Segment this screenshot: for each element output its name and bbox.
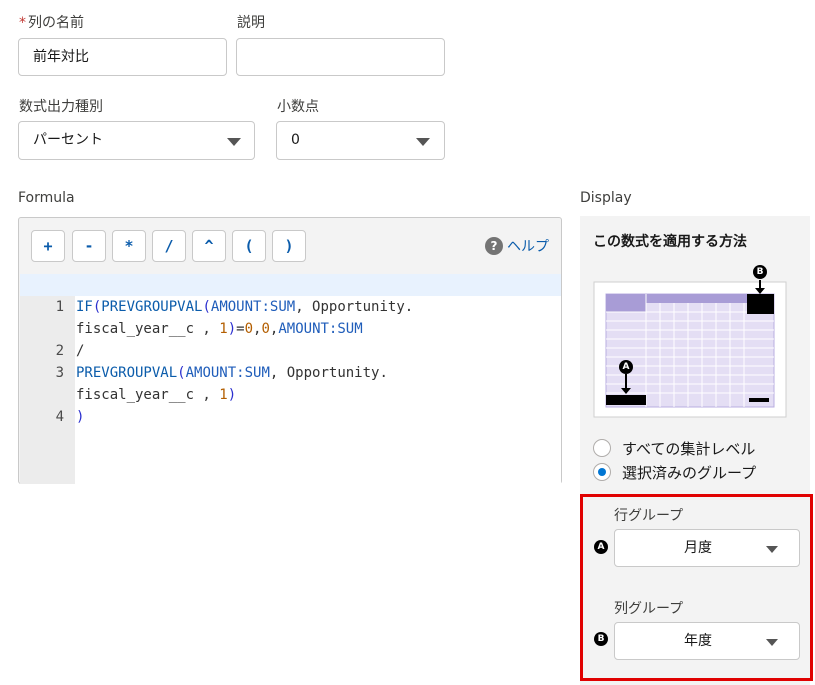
display-label: Display — [580, 190, 632, 206]
col-group-select[interactable]: 年度 — [614, 622, 800, 660]
display-heading: この数式を適用する方法 — [593, 234, 747, 250]
output-type-select[interactable]: パーセント — [18, 121, 255, 160]
description-label: 説明 — [237, 15, 265, 31]
chevron-down-icon — [416, 138, 430, 146]
description-input[interactable] — [236, 38, 445, 76]
operator-multiply-button[interactable]: * — [112, 230, 146, 262]
radio-button — [593, 463, 611, 481]
badge-a-icon: A — [594, 540, 608, 554]
help-icon: ? — [485, 237, 503, 255]
output-type-label: 数式出力種別 — [19, 99, 103, 115]
operator-open-paren-button[interactable]: ( — [232, 230, 266, 262]
code-line: fiscal_year__c , 1) — [76, 387, 237, 403]
required-mark: * — [19, 15, 26, 31]
operator-close-paren-button[interactable]: ) — [272, 230, 306, 262]
chevron-down-icon — [227, 138, 241, 146]
row-group-select[interactable]: 月度 — [614, 529, 800, 567]
row-group-label: 行グループ — [614, 508, 684, 524]
badge-b-icon: B — [594, 632, 608, 646]
operator-plus-button[interactable]: + — [31, 230, 65, 262]
code-line: 2/ — [55, 343, 85, 359]
code-line: 1 IF(PREVGROUPVAL(AMOUNT:SUM, Opportunity… — [20, 274, 561, 315]
radio-all-levels[interactable]: すべての集計レベル — [593, 438, 803, 458]
column-name-label: * 列の名前 — [19, 15, 84, 31]
formula-label: Formula — [18, 190, 75, 206]
operator-power-button[interactable]: ^ — [192, 230, 226, 262]
code-line: 4) — [55, 409, 85, 425]
chevron-down-icon — [766, 639, 778, 646]
operator-divide-button[interactable]: / — [152, 230, 186, 262]
formula-code[interactable]: 1 IF(PREVGROUPVAL(AMOUNT:SUM, Opportunity… — [20, 274, 561, 484]
code-line: 3 PREVGROUPVAL(AMOUNT:SUM, Opportunity. — [55, 365, 388, 381]
badge-b-icon: B — [753, 265, 767, 279]
decimals-label: 小数点 — [277, 99, 319, 115]
chevron-down-icon — [766, 546, 778, 553]
column-name-input[interactable]: 前年対比 — [18, 38, 227, 76]
formula-editor: + - * / ^ ( ) ? ヘルプ 1 IF(PREVGROUPVAL(AMO… — [18, 217, 562, 484]
radio-button — [593, 439, 611, 457]
operator-minus-button[interactable]: - — [72, 230, 106, 262]
group-level-diagram: B A — [593, 263, 787, 418]
col-group-label: 列グループ — [614, 601, 684, 617]
decimals-select[interactable]: 0 — [276, 121, 445, 160]
code-line: fiscal_year__c , 1)=0,0,AMOUNT:SUM — [76, 321, 363, 337]
badge-a-icon: A — [619, 360, 633, 374]
radio-selected-group[interactable]: 選択済みのグループ — [593, 462, 803, 482]
